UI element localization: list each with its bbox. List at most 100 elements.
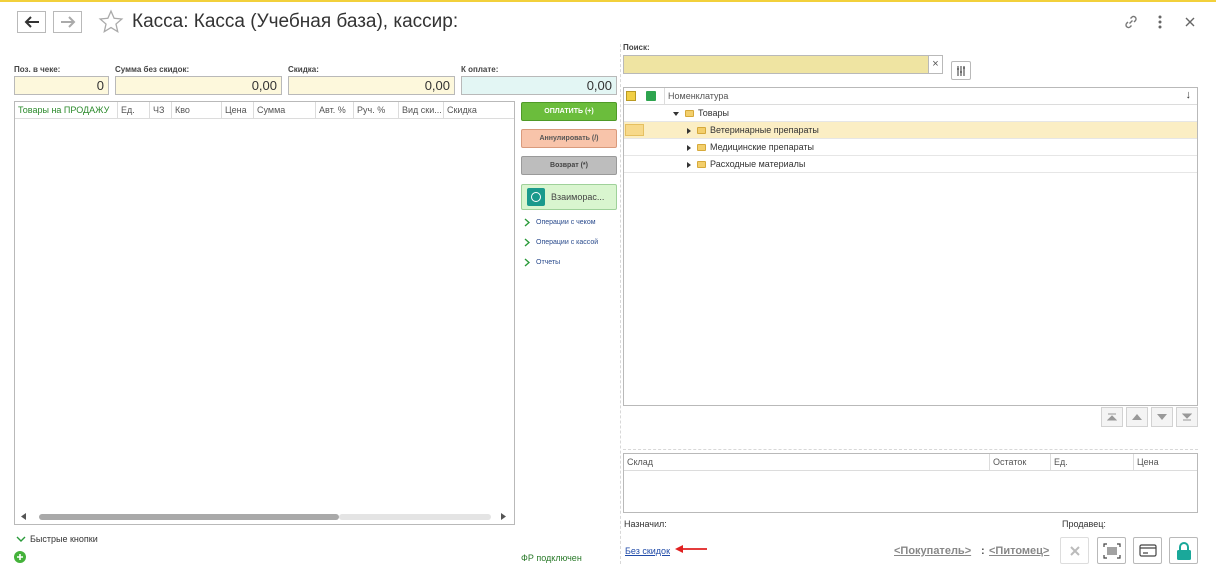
expand-icon[interactable]: [687, 127, 691, 134]
tree-row[interactable]: Расходные материалы: [624, 156, 1197, 173]
chevron-down-icon: [16, 536, 26, 542]
menu-reports[interactable]: Отчеты: [524, 258, 560, 267]
assigned-label: Назначил:: [624, 519, 667, 529]
window-title: Касса: Касса (Учебная база), кассир:: [132, 11, 459, 32]
scroll-left-icon[interactable]: [21, 513, 26, 520]
cart-table[interactable]: Товары на ПРОДАЖУ Ед. ЧЗ Кво Цена Сумма …: [14, 101, 515, 525]
stock-table-header: Склад Остаток Ед. Цена: [624, 454, 1197, 471]
positions-field: 0: [14, 76, 109, 95]
col-balance[interactable]: Остаток: [990, 454, 1051, 471]
scroll-thumb[interactable]: [39, 514, 339, 520]
current-row-marker: [625, 124, 644, 136]
search-settings-button[interactable]: [951, 61, 971, 80]
col-auto-pct[interactable]: Авт. %: [316, 102, 354, 119]
window-top-accent: [0, 0, 1216, 2]
section-divider: [623, 449, 1198, 450]
fr-status: ФР подключен: [521, 553, 582, 563]
folder-icon: [697, 161, 706, 169]
settlements-label: Взаиморас...: [551, 192, 605, 202]
col-nomenclature[interactable]: Номенклатура: [664, 88, 1197, 105]
topay-field: 0,00: [461, 76, 617, 95]
sort-arrow-icon[interactable]: ↓: [1186, 89, 1192, 101]
chevron-right-icon: [524, 218, 530, 227]
col-warehouse[interactable]: Склад: [624, 454, 990, 471]
move-up-button[interactable]: [1126, 407, 1148, 427]
move-first-button[interactable]: [1101, 407, 1123, 427]
col-price[interactable]: Цена: [222, 102, 254, 119]
back-button[interactable]: [17, 11, 46, 33]
col-discount-type[interactable]: Вид ски...: [399, 102, 444, 119]
link-icon[interactable]: [1121, 12, 1141, 32]
chevron-right-icon: [524, 258, 530, 267]
tree-row[interactable]: Медицинские препараты: [624, 139, 1197, 156]
expand-icon[interactable]: [687, 161, 691, 168]
panel-divider[interactable]: [620, 44, 621, 564]
settlements-button[interactable]: Взаиморас...: [521, 184, 617, 210]
discount-label: Скидка:: [288, 65, 319, 74]
buyer-link[interactable]: <Покупатель>: [894, 545, 971, 557]
more-options-icon[interactable]: [1150, 12, 1170, 32]
col-manual-pct[interactable]: Руч. %: [354, 102, 399, 119]
scroll-track: [339, 514, 491, 520]
col-stock-price[interactable]: Цена: [1134, 454, 1197, 471]
catalog-tree[interactable]: Номенклатура ↓ Товары Ветеринарные препа…: [623, 87, 1198, 406]
search-input[interactable]: [623, 55, 929, 74]
col-cz[interactable]: ЧЗ: [150, 102, 172, 119]
barcode-button[interactable]: [1097, 537, 1126, 564]
settlements-icon: [527, 188, 545, 206]
edit-mark-icon[interactable]: [626, 91, 636, 101]
col-stock-unit[interactable]: Ед.: [1051, 454, 1134, 471]
buyer-pet-separator: :: [981, 545, 985, 557]
expand-icon[interactable]: [687, 144, 691, 151]
cart-table-header: Товары на ПРОДАЖУ Ед. ЧЗ Кво Цена Сумма …: [15, 102, 514, 119]
down-icon: [1157, 414, 1167, 420]
pay-button[interactable]: ОПЛАТИТЬ (+): [521, 102, 617, 121]
expand-icon[interactable]: [673, 111, 679, 116]
no-discount-link[interactable]: Без скидок: [625, 546, 670, 556]
col-discount[interactable]: Скидка: [444, 102, 514, 119]
move-last-button[interactable]: [1176, 407, 1198, 427]
menu-cash-ops[interactable]: Операции с кассой: [524, 238, 598, 247]
to-top-icon: [1107, 413, 1117, 421]
up-icon: [1132, 414, 1142, 420]
col-qty[interactable]: Кво: [172, 102, 222, 119]
tree-row[interactable]: Ветеринарные препараты: [624, 122, 1197, 139]
quick-buttons-toggle[interactable]: Быстрые кнопки: [16, 534, 98, 544]
menu-receipt-ops[interactable]: Операции с чеком: [524, 218, 596, 227]
folder-icon: [697, 127, 706, 135]
return-button[interactable]: Возврат (*): [521, 156, 617, 175]
chevron-right-icon: [524, 238, 530, 247]
col-unit[interactable]: Ед.: [118, 102, 150, 119]
col-goods[interactable]: Товары на ПРОДАЖУ: [15, 102, 118, 119]
positions-label: Поз. в чеке:: [14, 65, 61, 74]
col-sum[interactable]: Сумма: [254, 102, 316, 119]
stock-mark-icon[interactable]: [646, 91, 656, 101]
search-clear-button[interactable]: ×: [929, 55, 943, 74]
seller-label: Продавец:: [1062, 519, 1106, 529]
barcode-icon: [1102, 542, 1121, 559]
red-arrow-annotation: [675, 545, 707, 553]
scroll-right-icon[interactable]: [501, 513, 506, 520]
move-down-button[interactable]: [1151, 407, 1173, 427]
topay-label: К оплате:: [461, 65, 499, 74]
favorite-star-icon[interactable]: [98, 9, 124, 38]
to-bottom-icon: [1182, 413, 1192, 421]
close-icon[interactable]: [1180, 12, 1200, 32]
tree-row[interactable]: Товары: [624, 105, 1197, 122]
forward-button[interactable]: [53, 11, 82, 33]
discount-field: 0,00: [288, 76, 455, 95]
tools-icon: [957, 65, 965, 76]
cancel-receipt-button[interactable]: Аннулировать (/): [521, 129, 617, 148]
arrow-left-icon: [24, 16, 39, 28]
pet-link[interactable]: <Питомец>: [989, 545, 1049, 557]
folder-icon: [697, 144, 706, 152]
add-quick-button-icon[interactable]: [14, 551, 26, 563]
stock-table[interactable]: Склад Остаток Ед. Цена: [623, 453, 1198, 513]
lock-icon: [1176, 541, 1191, 560]
lock-button[interactable]: [1169, 537, 1198, 564]
cart-horizontal-scrollbar[interactable]: [15, 509, 514, 524]
sum-field: 0,00: [115, 76, 282, 95]
close-icon: [1069, 545, 1080, 556]
card-button[interactable]: [1133, 537, 1162, 564]
clear-client-button[interactable]: [1060, 537, 1089, 564]
